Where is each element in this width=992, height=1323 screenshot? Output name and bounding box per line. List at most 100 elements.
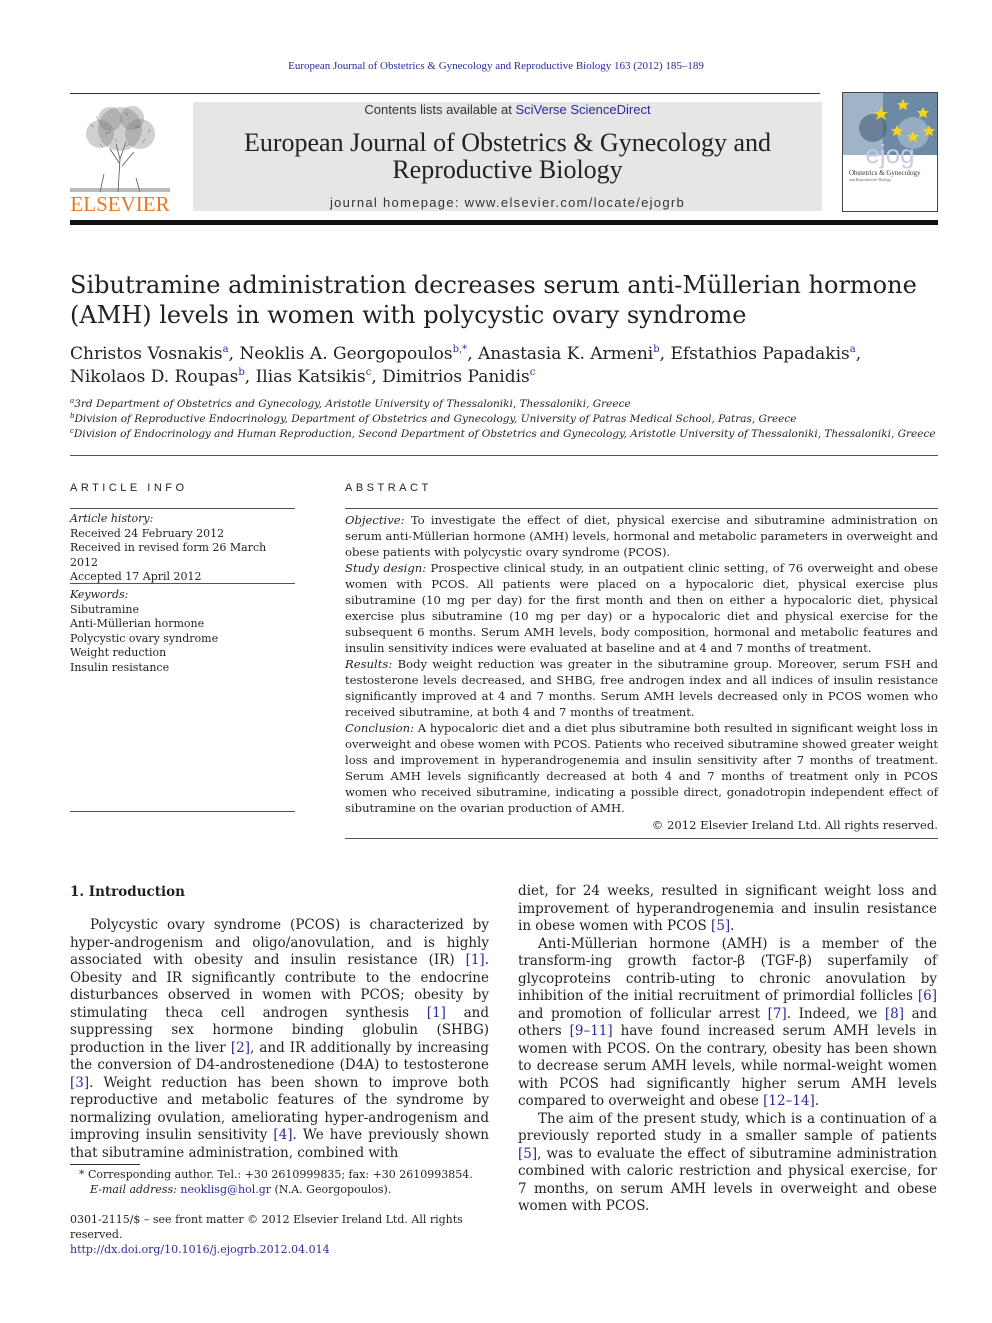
text-run: , was to evaluate the effect of sibutram… — [518, 1145, 937, 1215]
affiliation-text: Division of Reproductive Endocrinology, … — [74, 413, 797, 425]
author-name: Anastasia K. Armeni — [478, 344, 654, 364]
text-run: and promotion of follicular arrest — [518, 1005, 768, 1022]
citation-link[interactable]: [5] — [711, 918, 730, 934]
author-separator: , — [659, 344, 671, 364]
author[interactable]: Anastasia K. Armenib — [478, 344, 660, 364]
email-suffix: (N.A. Georgopoulos). — [271, 1183, 392, 1196]
author[interactable]: Nikolaos D. Roupasb — [70, 367, 245, 387]
citation-link[interactable]: [9–11] — [570, 1023, 613, 1039]
section-text: Prospective clinical study, in an outpat… — [345, 561, 938, 655]
front-matter: 0301-2115/$ – see front matter © 2012 El… — [70, 1212, 510, 1257]
affiliation: bDivision of Reproductive Endocrinology,… — [70, 412, 950, 427]
email-label: E-mail address: — [90, 1183, 177, 1196]
journal-title-line1: European Journal of Obstetrics & Gynecol… — [243, 128, 772, 157]
contents-prefix: Contents lists available at — [364, 102, 516, 117]
journal-cover-image[interactable]: ejog Obstetrics & Gynecology and Reprodu… — [842, 92, 938, 212]
text-run: Polycystic ovary syndrome (PCOS) is char… — [70, 917, 489, 968]
journal-citation-link[interactable]: European Journal of Obstetrics & Gynecol… — [0, 60, 992, 72]
doi-link[interactable]: http://dx.doi.org/10.1016/j.ejogrb.2012.… — [70, 1242, 510, 1257]
elsevier-tree-icon — [70, 106, 170, 192]
abstract-objective: Objective: To investigate the effect of … — [345, 512, 938, 560]
author[interactable]: Dimitrios Panidisc — [382, 367, 535, 387]
author-name: Christos Vosnakis — [70, 344, 223, 364]
author[interactable]: Christos Vosnakisa — [70, 344, 229, 364]
section-label: Study design: — [345, 561, 427, 575]
abstract-body: Objective: To investigate the effect of … — [345, 512, 938, 833]
section-text: A hypocaloric diet and a diet plus sibut… — [345, 721, 938, 815]
author-name: Nikolaos D. Roupas — [70, 367, 239, 387]
author[interactable]: Neoklis A. Georgopoulosb,* — [239, 344, 467, 364]
affiliations: a3rd Department of Obstetrics and Gyneco… — [70, 397, 950, 442]
citation-link[interactable]: [3] — [70, 1075, 89, 1091]
keywords-label: Keywords: — [70, 588, 129, 601]
author-separator: , — [467, 344, 478, 364]
cover-logo-text: ejog — [865, 139, 914, 169]
section-text: To investigate the effect of diet, physi… — [345, 513, 938, 559]
citation-link[interactable]: [6] — [918, 988, 937, 1004]
affiliation-text: 3rd Department of Obstetrics and Gynecol… — [74, 398, 631, 410]
citation-link[interactable]: [1] — [466, 952, 485, 968]
keyword: Anti-Müllerian hormone — [70, 617, 205, 630]
citation-link[interactable]: [7] — [768, 1006, 787, 1022]
author-separator: , — [228, 344, 240, 364]
elsevier-logo[interactable]: ELSEVIER — [70, 104, 180, 216]
citation-link[interactable]: [8] — [885, 1006, 904, 1022]
text-run: . Indeed, we — [786, 1005, 885, 1022]
paragraph: diet, for 24 weeks, resulted in signific… — [518, 883, 937, 936]
abstract-results: Results: Body weight reduction was great… — [345, 656, 938, 720]
citation-link[interactable]: [4] — [273, 1127, 292, 1143]
section-rule — [70, 455, 938, 456]
author-name: Ilias Katsikis — [255, 367, 366, 387]
contents-line: Contents lists available at SciVerse Sci… — [193, 102, 822, 117]
section-label: Conclusion: — [345, 721, 414, 735]
elsevier-wordmark: ELSEVIER — [70, 192, 170, 216]
paragraph: Polycystic ovary syndrome (PCOS) is char… — [70, 917, 489, 1162]
citation-link[interactable]: [12–14] — [763, 1093, 815, 1109]
copyright: © 2012 Elsevier Ireland Ltd. All rights … — [651, 818, 938, 832]
journal-title: European Journal of Obstetrics & Gynecol… — [193, 129, 822, 183]
header-thick-rule — [70, 220, 938, 225]
author-name: Dimitrios Panidis — [382, 367, 530, 387]
author[interactable]: Ilias Katsikisc — [256, 367, 372, 387]
citation-link[interactable]: [1] — [427, 1005, 446, 1021]
author[interactable]: Efstathios Papadakisa — [670, 344, 855, 364]
citation-link[interactable]: [2] — [231, 1040, 250, 1056]
issn-line: 0301-2115/$ – see front matter © 2012 El… — [70, 1213, 463, 1241]
cover-subtitle: Obstetrics & Gynecology — [849, 169, 921, 177]
author-separator: , — [855, 344, 862, 364]
abstract-conclusion: Conclusion: A hypocaloric diet and a die… — [345, 720, 938, 816]
author-name: Efstathios Papadakis — [670, 344, 850, 364]
author-separator: , — [371, 367, 383, 387]
text-run: . — [814, 1093, 820, 1109]
body-column-right: diet, for 24 weeks, resulted in signific… — [518, 883, 937, 1216]
keyword: Insulin resistance — [70, 660, 170, 674]
paragraph: Anti-Müllerian hormone (AMH) is a member… — [518, 936, 937, 1111]
author-list: Christos Vosnakisa, Neoklis A. Georgopou… — [70, 343, 950, 389]
affiliation-ref[interactable]: c — [530, 367, 536, 378]
abstract-rule — [345, 508, 938, 509]
journal-banner: Contents lists available at SciVerse Sci… — [193, 102, 822, 211]
author-name: Neoklis A. Georgopoulos — [239, 344, 453, 364]
article-history: Article history: Received 24 February 20… — [70, 512, 295, 585]
abstract-study-design: Study design: Prospective clinical study… — [345, 560, 938, 656]
email-link[interactable]: neoklisg@hol.gr — [180, 1183, 271, 1196]
citation-link[interactable]: [5] — [518, 1146, 537, 1162]
article-info-rule — [70, 583, 295, 584]
revised-date: Received in revised form 26 March 2012 — [70, 541, 267, 569]
journal-homepage-link[interactable]: journal homepage: www.elsevier.com/locat… — [193, 195, 822, 210]
received-date: Received 24 February 2012 — [70, 526, 225, 540]
journal-cover-art-icon: ejog Obstetrics & Gynecology and Reprodu… — [843, 93, 937, 182]
affiliation: a3rd Department of Obstetrics and Gyneco… — [70, 397, 950, 412]
cover-subtitle2: and Reproductive Biology — [849, 177, 891, 182]
corresponding-author-footnote: * Corresponding author. Tel.: +30 261099… — [70, 1167, 510, 1197]
keyword: Sibutramine — [70, 602, 139, 616]
affiliation-ref[interactable]: b,* — [453, 344, 468, 355]
affiliation-text: Division of Endocrinology and Human Repr… — [73, 428, 936, 440]
text-run: . — [730, 918, 735, 934]
keywords: Keywords: Sibutramine Anti-Müllerian hor… — [70, 588, 295, 675]
body-column-left: Polycystic ovary syndrome (PCOS) is char… — [70, 917, 489, 1162]
keyword: Weight reduction — [70, 646, 167, 659]
sciencedirect-link[interactable]: SciVerse ScienceDirect — [515, 102, 650, 117]
article-title: Sibutramine administration decreases ser… — [70, 271, 917, 329]
text-run: The aim of the present study, which is a… — [518, 1110, 937, 1145]
